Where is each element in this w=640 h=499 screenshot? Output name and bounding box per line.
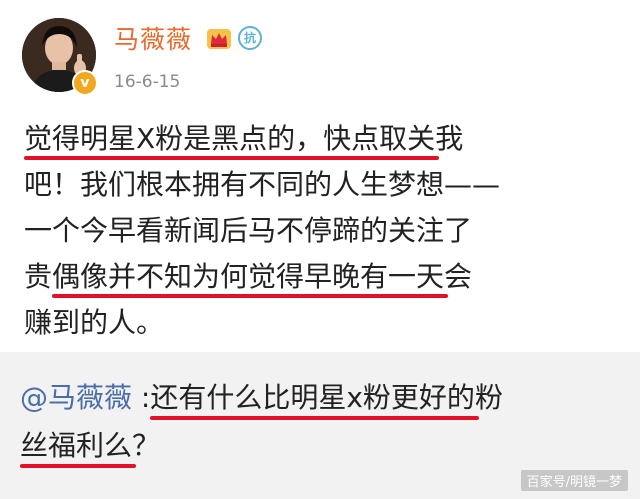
text-span: 贵 bbox=[24, 260, 53, 293]
underlined-text: 丝福利么 bbox=[20, 422, 137, 470]
comment-text: @马薇薇 :还有什么比明星x粉更好的粉 丝福利么？ bbox=[20, 374, 630, 470]
text-span: 粉 bbox=[474, 381, 503, 414]
timestamp: 16-6-15 bbox=[114, 72, 181, 92]
underlined-text: 还有什么比明星x粉更好的 bbox=[150, 374, 479, 422]
text-span: 会 bbox=[444, 260, 473, 293]
text-span: 一个今早看新闻后马不停蹄的关注了 bbox=[24, 214, 473, 247]
weibo-post: v 马薇薇 抗 16-6-15 觉得明星X粉是黑点的，快点取关我 吧！我们根本拥… bbox=[0, 0, 640, 352]
text-span: 吧！我们根本拥有不同的人生梦想—— bbox=[24, 168, 501, 201]
member-badge-icon: 抗 bbox=[238, 26, 262, 50]
post-text-line: 吧！我们根本拥有不同的人生梦想—— bbox=[24, 162, 624, 208]
text-span: 我 bbox=[435, 122, 464, 155]
post-text-line: 贵偶像并不知为何觉得早晚有一天会 bbox=[24, 254, 624, 300]
post-text-line: 一个今早看新闻后马不停蹄的关注了 bbox=[24, 208, 624, 254]
underlined-text: 偶像并不知为何觉得早晚有一天 bbox=[52, 254, 449, 300]
forwarded-comment: @马薇薇 :还有什么比明星x粉更好的粉 丝福利么？ 百家号/明镜一梦 bbox=[0, 352, 640, 499]
text-span: ？ bbox=[132, 429, 161, 462]
comment-text-line: 丝福利么？ bbox=[20, 422, 630, 470]
text-span: : bbox=[132, 381, 151, 414]
username[interactable]: 马薇薇 bbox=[114, 20, 192, 56]
watermark: 百家号/明镜一梦 bbox=[520, 470, 628, 491]
verified-badge-icon: v bbox=[72, 70, 98, 96]
post-text-line: 赚到的人。 bbox=[24, 300, 624, 346]
comment-text-line: @马薇薇 :还有什么比明星x粉更好的粉 bbox=[20, 374, 630, 422]
mention-link[interactable]: @马薇薇 bbox=[20, 381, 132, 414]
text-span: 赚到的人。 bbox=[24, 306, 165, 339]
crown-icon bbox=[207, 29, 231, 49]
underlined-text: 觉得明星X粉是黑点的，快点取关 bbox=[24, 116, 440, 162]
post-text: 觉得明星X粉是黑点的，快点取关我 吧！我们根本拥有不同的人生梦想—— 一个今早看… bbox=[24, 116, 624, 346]
post-text-line: 觉得明星X粉是黑点的，快点取关我 bbox=[24, 116, 624, 162]
